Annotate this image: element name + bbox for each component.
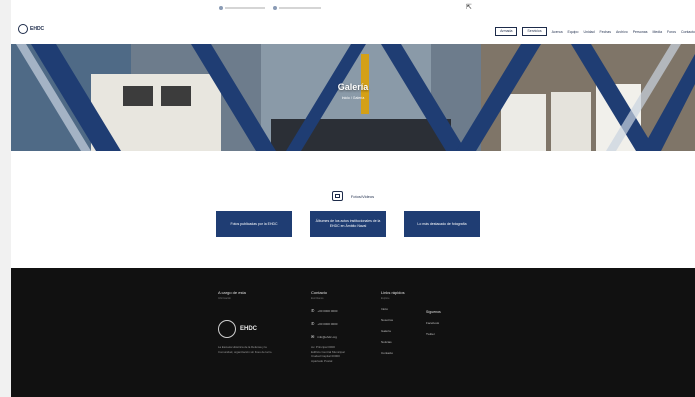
- phone-icon: ✆: [311, 308, 315, 313]
- footer-col-title: Síguenos: [426, 310, 441, 314]
- footer-social-link[interactable]: Twitter: [426, 332, 476, 336]
- media-title: Fotos/Videos: [350, 193, 375, 199]
- footer-links: Inicio Nosotros Galería Noticias Contact…: [381, 307, 431, 355]
- footer-about-column: A cargo de esta Información EHDC La Escu…: [218, 290, 298, 370]
- phone-icon: ✆: [311, 321, 315, 326]
- cursor-icon: ⇱: [466, 4, 472, 11]
- status-dot: [273, 6, 277, 10]
- media-tile-button[interactable]: Álbumes de los actos institucionales de …: [310, 211, 386, 237]
- footer-contact-phone[interactable]: ✆ +00 0000 0000: [311, 321, 381, 326]
- breadcrumb[interactable]: Inicio / Galería: [11, 96, 695, 100]
- nav-item[interactable]: Unidad: [583, 30, 594, 34]
- footer-contact-text: info@ehdc.org: [317, 334, 337, 339]
- media-tile-button[interactable]: Lo más destacado de fotografía: [404, 211, 480, 237]
- photo-gallery-icon: [331, 191, 343, 201]
- footer-contact-column: Contacto Escríbanos ✆ +00 0000 0000 ✆ +0…: [311, 290, 381, 363]
- nav-item[interactable]: Archivo: [616, 30, 628, 34]
- footer-links-column: Links rápidos Explore Inicio Nosotros Ga…: [381, 290, 431, 355]
- main-nav: Armada Servicios Acerca Equipo Unidad Fe…: [495, 27, 695, 36]
- site-header: EHDC Armada Servicios Acerca Equipo Unid…: [11, 18, 695, 42]
- footer-social-links: Facebook Twitter: [426, 321, 476, 336]
- nav-item[interactable]: Foros: [667, 30, 676, 34]
- footer-contact-phone[interactable]: ✆ +00 0000 0000: [311, 308, 381, 313]
- status-line: [225, 7, 265, 9]
- media-section: Fotos/Videos Fotos publicadas por la EHD…: [11, 185, 695, 245]
- footer-col-subtitle: Explore: [381, 297, 390, 300]
- footer-contact-text: +00 0000 0000: [317, 321, 338, 326]
- footer-col-title: A cargo de esta: [218, 290, 246, 295]
- nav-button-armada[interactable]: Armada: [495, 27, 518, 36]
- footer-about-text: La Escuela Histórica de la Defensa y la …: [218, 345, 273, 354]
- footer-contact-text: +00 0000 0000: [317, 308, 338, 313]
- media-tiles: Fotos publicadas por la EHDC Álbumes de …: [216, 211, 480, 237]
- hero-photo-officer: [501, 94, 546, 151]
- nav-item[interactable]: Contacto: [681, 30, 695, 34]
- site-logo[interactable]: EHDC: [18, 24, 44, 34]
- nav-button-servicios[interactable]: Servicios: [522, 27, 547, 36]
- nav-item[interactable]: Fechas: [600, 30, 611, 34]
- hero-title: Galería: [337, 82, 369, 92]
- footer-contact-email[interactable]: ✉ info@ehdc.org: [311, 334, 381, 339]
- footer-link[interactable]: Galería: [381, 329, 431, 333]
- status-line: [279, 7, 321, 9]
- media-header: Fotos/Videos: [11, 191, 695, 201]
- footer-address: Av. Principal 0000 Edificio Central Muni…: [311, 345, 381, 363]
- footer-link[interactable]: Contacto: [381, 351, 431, 355]
- footer-social-link[interactable]: Facebook: [426, 321, 476, 325]
- footer-col-title: Links rápidos: [381, 290, 405, 295]
- logo-text: EHDC: [30, 26, 45, 32]
- page-frame: ⇱ EHDC Armada Servicios Acerca Equipo Un…: [11, 0, 695, 397]
- footer-social-column: Síguenos Facebook Twitter: [426, 310, 476, 336]
- footer-link[interactable]: Inicio: [381, 307, 431, 311]
- mail-icon: ✉: [311, 334, 315, 339]
- footer-brand: EHDC: [240, 326, 258, 332]
- footer-col-title: Contacto: [311, 290, 328, 295]
- footer-address-line: Apartado Postal: [311, 358, 333, 363]
- status-dot: [219, 6, 223, 10]
- top-strip: ⇱: [11, 0, 695, 14]
- footer-link[interactable]: Noticias: [381, 340, 431, 344]
- footer-emblem-icon: [218, 320, 236, 338]
- footer-col-subtitle: Escríbanos: [311, 297, 324, 300]
- site-footer: A cargo de esta Información EHDC La Escu…: [11, 268, 695, 397]
- hero-photo-officer: [551, 92, 591, 151]
- footer-link[interactable]: Nosotros: [381, 318, 431, 322]
- nav-item[interactable]: Equipo: [568, 30, 579, 34]
- hero-banner: Galería Inicio / Galería: [11, 44, 695, 151]
- nav-item[interactable]: Acerca: [552, 30, 563, 34]
- nav-item[interactable]: Personas: [633, 30, 648, 34]
- media-tile-button[interactable]: Fotos publicadas por la EHDC: [216, 211, 292, 237]
- nav-item[interactable]: Media: [652, 30, 662, 34]
- logo-emblem-icon: [18, 24, 28, 34]
